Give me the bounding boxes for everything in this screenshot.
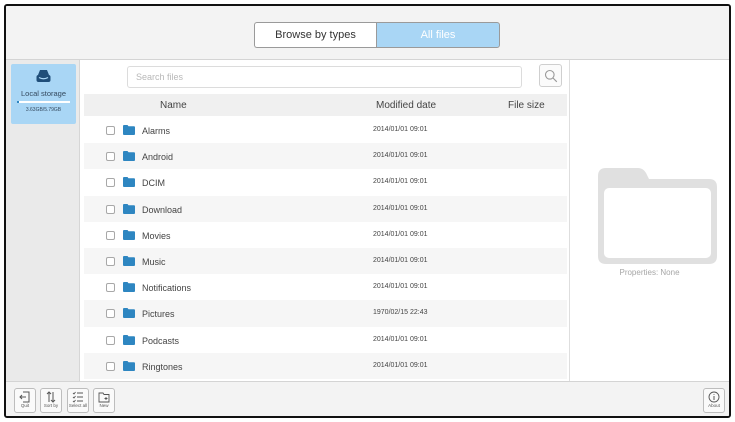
- file-name: Pictures: [142, 309, 175, 320]
- properties-text: Properties: None: [619, 268, 680, 277]
- folder-icon: [123, 151, 135, 162]
- info-icon: [708, 391, 720, 403]
- table-row[interactable]: Android 2014/01/01 09:01: [84, 143, 567, 170]
- folder-icon: [123, 282, 135, 293]
- sort-label: Sort by: [43, 403, 59, 408]
- row-checkbox[interactable]: [106, 283, 115, 293]
- search-button[interactable]: [539, 64, 562, 87]
- sidebar: Local storage 3.63GB/5.79GB: [6, 60, 80, 381]
- storage-label: Local storage: [20, 89, 67, 98]
- row-checkbox[interactable]: [106, 178, 115, 188]
- file-modified-date: 2014/01/01 09:01: [373, 204, 428, 212]
- column-name[interactable]: Name: [160, 100, 187, 111]
- storage-size: 3.63GB/5.79GB: [25, 107, 62, 113]
- search-icon: [544, 69, 558, 83]
- about-button[interactable]: About: [703, 388, 725, 413]
- storage-usage-fill: [17, 101, 19, 103]
- folder-icon: [123, 177, 135, 188]
- file-name: Podcasts: [142, 335, 180, 346]
- sort-icon: [46, 391, 56, 403]
- table-row[interactable]: DCIM 2014/01/01 09:01: [84, 169, 567, 195]
- about-label: About: [708, 403, 720, 408]
- table-row[interactable]: Music 2014/01/01 09:01: [84, 247, 567, 275]
- file-modified-date: 2014/01/01 09:01: [373, 335, 428, 343]
- tab-browse-by-types[interactable]: Browse by types: [254, 22, 376, 48]
- column-modified-date[interactable]: Modified date: [376, 100, 436, 111]
- quit-label: Quit: [20, 403, 30, 408]
- app-window: Browse by types All files Local storage …: [4, 4, 731, 418]
- folder-icon: [123, 203, 135, 214]
- new-folder-icon: [98, 392, 110, 403]
- table-header: Name Modified date File size: [84, 94, 567, 116]
- file-name: Movies: [142, 230, 171, 241]
- new-button[interactable]: New: [93, 388, 115, 413]
- table-row[interactable]: Movies 2014/01/01 09:01: [84, 222, 567, 248]
- folder-icon: [123, 255, 135, 266]
- row-checkbox[interactable]: [106, 335, 115, 345]
- folder-icon: [123, 360, 135, 371]
- new-label: New: [99, 403, 109, 408]
- row-checkbox[interactable]: [106, 230, 115, 240]
- file-name: Notifications: [142, 283, 192, 294]
- top-bar: Browse by types All files: [6, 6, 729, 60]
- file-name: Download: [142, 204, 183, 215]
- row-checkbox[interactable]: [106, 361, 115, 371]
- file-modified-date: 2014/01/01 09:01: [373, 361, 428, 369]
- table-row[interactable]: Download 2014/01/01 09:01: [84, 195, 567, 222]
- table-row[interactable]: Pictures 1970/02/15 22:43: [84, 300, 567, 327]
- storage-usage-bar: [17, 101, 70, 103]
- drive-icon: [36, 70, 51, 82]
- row-checkbox[interactable]: [106, 126, 115, 135]
- folder-icon: [123, 334, 135, 345]
- panel-divider: [569, 60, 570, 381]
- row-checkbox[interactable]: [106, 204, 115, 214]
- file-name: Ringtones: [142, 361, 183, 372]
- exit-icon: [19, 391, 30, 403]
- file-modified-date: 2014/01/01 09:01: [373, 178, 428, 186]
- table-row[interactable]: Alarms 2014/01/01 09:01: [84, 117, 567, 143]
- row-checkbox[interactable]: [106, 152, 115, 162]
- select-all-label: Select all: [68, 403, 88, 408]
- file-modified-date: 1970/02/15 22:43: [373, 309, 428, 317]
- file-modified-date: 2014/01/01 09:01: [373, 256, 428, 264]
- tab-all-files[interactable]: All files: [376, 22, 500, 48]
- folder-large-icon: [598, 168, 717, 264]
- file-list: Alarms 2014/01/01 09:01 Android 2014/01/01 …: [84, 117, 567, 379]
- row-checkbox[interactable]: [106, 309, 115, 319]
- file-name: Alarms: [142, 126, 171, 136]
- file-name: DCIM: [142, 178, 165, 189]
- file-modified-date: 2014/01/01 09:01: [373, 283, 428, 291]
- folder-icon: [123, 308, 135, 319]
- file-modified-date: 2014/01/01 09:01: [373, 152, 428, 160]
- checklist-icon: [72, 391, 83, 403]
- file-modified-date: 2014/01/01 09:01: [373, 126, 428, 133]
- select-all-button[interactable]: Select all: [67, 388, 89, 413]
- table-row[interactable]: Ringtones 2014/01/01 09:01: [84, 352, 567, 379]
- folder-icon: [123, 229, 135, 240]
- file-name: Android: [142, 152, 174, 163]
- sort-button[interactable]: Sort by: [40, 388, 62, 413]
- quit-button[interactable]: Quit: [14, 388, 36, 413]
- file-name: Music: [142, 256, 166, 267]
- search-input[interactable]: Search files: [127, 66, 522, 88]
- column-file-size[interactable]: File size: [508, 100, 545, 111]
- file-modified-date: 2014/01/01 09:01: [373, 230, 428, 238]
- sidebar-item-local-storage[interactable]: Local storage 3.63GB/5.79GB: [11, 64, 76, 124]
- table-row[interactable]: Podcasts 2014/01/01 09:01: [84, 327, 567, 353]
- folder-icon: [123, 125, 135, 135]
- row-checkbox[interactable]: [106, 256, 115, 266]
- table-row[interactable]: Notifications 2014/01/01 09:01: [84, 274, 567, 300]
- bottom-toolbar: Quit Sort by Select all New About: [6, 381, 729, 416]
